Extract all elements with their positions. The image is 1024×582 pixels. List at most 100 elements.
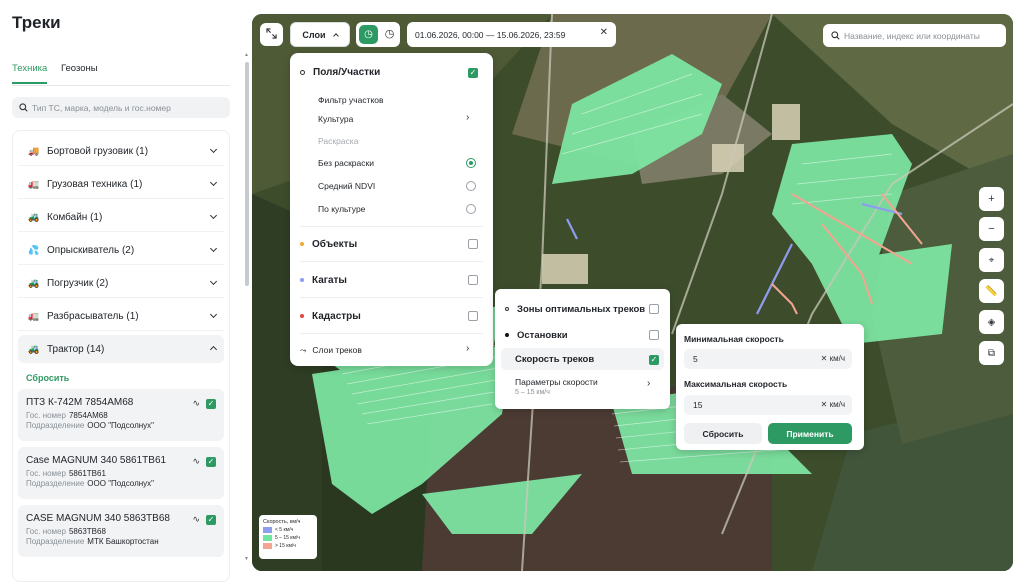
max-speed-value: 15	[693, 400, 703, 410]
speed-params-item[interactable]: Параметры скорости	[515, 377, 598, 387]
optimal-zones-checkbox[interactable]	[649, 304, 659, 314]
no-coloring-option[interactable]: Без раскраски	[318, 158, 374, 168]
layer-objects[interactable]: Объекты	[300, 239, 357, 250]
map-layers-button[interactable]: ◈	[979, 310, 1004, 334]
vehicle-checkbox[interactable]: ✓	[206, 399, 216, 409]
spreader-icon: 🚛	[28, 311, 40, 321]
vehicle-search[interactable]	[12, 97, 230, 118]
stops-item[interactable]: Остановки	[505, 330, 568, 341]
track-speed-checkbox[interactable]: ✓	[649, 355, 659, 365]
activity-icon[interactable]: ∿	[192, 398, 200, 409]
dot-icon	[300, 314, 304, 319]
sidebar-scrollbar[interactable]	[245, 62, 249, 286]
map-search-input[interactable]	[844, 30, 999, 41]
vehicle-card[interactable]: Case MAGNUM 340 5861ТВ61 Гос. номер 5861Т…	[18, 447, 224, 499]
legend-item: 5 – 15 км/ч	[275, 535, 300, 541]
category-flatbed-truck[interactable]: 🚚 Бортовой грузовик (1)	[18, 138, 224, 166]
vehicle-card[interactable]: ПТЗ К-742М 7854АМ68 Гос. номер 7854АМ68 П…	[18, 389, 224, 441]
category-combine[interactable]: 🚜 Комбайн (1)	[18, 204, 224, 232]
scroll-up-arrow[interactable]: ▲	[244, 52, 249, 58]
min-speed-input[interactable]: 5 ✕ км/ч	[684, 349, 852, 369]
loader-icon: 🚜	[28, 278, 40, 288]
layer-kagaty[interactable]: Кагаты	[300, 275, 347, 286]
objects-checkbox[interactable]	[468, 239, 478, 249]
measure-button[interactable]: 📏	[979, 279, 1004, 303]
vehicle-checkbox[interactable]: ✓	[206, 457, 216, 467]
reset-button[interactable]: Сбросить	[684, 423, 762, 444]
map-view[interactable]: Слои ◷ ◷ 01.06.2026, 00:00 — 15.06.2026,…	[252, 14, 1013, 571]
legend-swatch	[263, 543, 272, 549]
circle-icon	[300, 69, 305, 75]
category-label: Опрыскиватель (2)	[47, 245, 135, 256]
category-loader[interactable]: 🚜 Погрузчик (2)	[18, 270, 224, 298]
ndvi-option[interactable]: Средний NDVI	[318, 181, 375, 191]
map-search[interactable]	[823, 24, 1006, 47]
by-culture-option[interactable]: По культуре	[318, 204, 365, 214]
route-icon: ⤳	[300, 346, 307, 355]
clear-icon[interactable]: ✕	[821, 354, 828, 363]
divider	[300, 226, 483, 227]
history-icon[interactable]: ◷	[359, 25, 378, 44]
chevron-right-icon: ›	[466, 112, 470, 123]
optimal-zones-item[interactable]: Зоны оптимальных треков	[505, 304, 645, 315]
copy-button[interactable]: ⧉	[979, 341, 1004, 365]
scroll-down-arrow[interactable]: ▼	[244, 556, 249, 562]
kagaty-checkbox[interactable]	[468, 275, 478, 285]
dept-label: Подразделение	[26, 421, 85, 430]
clear-date-icon[interactable]: ✕	[600, 27, 608, 38]
vehicle-card[interactable]: CASE MAGNUM 340 5863ТВ68 Гос. номер 5863Т…	[18, 505, 224, 557]
category-spreader[interactable]: 🚛 Разбрасыватель (1)	[18, 303, 224, 331]
vehicle-checkbox[interactable]: ✓	[206, 515, 216, 525]
cadastre-checkbox[interactable]	[468, 311, 478, 321]
culture-item[interactable]: Культура	[318, 114, 353, 124]
min-speed-label: Минимальная скорость	[684, 334, 784, 344]
min-speed-unit: км/ч	[829, 354, 845, 363]
max-speed-input[interactable]: 15 ✕ км/ч	[684, 395, 852, 415]
date-range-field[interactable]: 01.06.2026, 00:00 — 15.06.2026, 23:59 ✕	[407, 22, 616, 47]
layer-cadastre[interactable]: Кадастры	[300, 311, 361, 322]
clock-icon[interactable]: ◷	[381, 25, 398, 44]
plate-label: Гос. номер	[26, 527, 66, 536]
tabs: Техника Геозоны	[12, 60, 230, 86]
reset-filter-link[interactable]: Сбросить	[26, 373, 69, 383]
chevron-down-icon	[209, 211, 218, 220]
category-tractor[interactable]: 🚜 Трактор (14)	[18, 335, 224, 363]
track-speed-item[interactable]: Скорость треков	[515, 354, 594, 365]
layers-dropdown-button[interactable]: Слои	[290, 22, 350, 47]
activity-icon[interactable]: ∿	[192, 456, 200, 467]
chevron-right-icon: ›	[466, 343, 470, 354]
by-culture-radio[interactable]	[466, 204, 476, 214]
legend-item: > 15 км/ч	[275, 543, 296, 549]
category-sprayer[interactable]: 💦 Опрыскиватель (2)	[18, 237, 224, 265]
category-cargo-vehicles[interactable]: 🚛 Грузовая техника (1)	[18, 171, 224, 199]
vehicle-name: ПТЗ К-742М 7854АМ68	[26, 397, 134, 408]
locate-button[interactable]: ⌖	[979, 248, 1004, 272]
category-label: Разбрасыватель (1)	[47, 311, 139, 322]
search-icon	[19, 99, 28, 117]
no-coloring-radio[interactable]	[466, 158, 476, 168]
ndvi-radio[interactable]	[466, 181, 476, 191]
app-root: Треки Техника Геозоны 🚚 Бортовой грузови…	[0, 0, 1024, 582]
clear-icon[interactable]: ✕	[821, 400, 828, 409]
apply-button[interactable]: Применить	[768, 423, 852, 444]
category-label: Грузовая техника (1)	[47, 179, 143, 190]
stops-checkbox[interactable]	[649, 330, 659, 340]
plate-value: 5861ТВ61	[68, 469, 106, 478]
vehicle-list: 🚚 Бортовой грузовик (1) 🚛 Грузовая техни…	[12, 130, 230, 582]
zoom-out-button[interactable]: −	[979, 217, 1004, 241]
circle-icon	[505, 307, 509, 312]
sprayer-icon: 💦	[28, 245, 40, 255]
layer-fields[interactable]: Поля/Участки	[300, 67, 380, 78]
vehicle-name: Case MAGNUM 340 5861ТВ61	[26, 455, 167, 466]
activity-icon[interactable]: ∿	[192, 514, 200, 525]
fields-checkbox[interactable]: ✓	[468, 68, 478, 78]
dept-value: МТК Башкортостан	[87, 537, 159, 546]
vehicle-search-input[interactable]	[32, 102, 222, 113]
expand-button[interactable]	[260, 23, 283, 46]
page-title: Треки	[12, 13, 61, 32]
tab-vehicles[interactable]: Техника	[12, 63, 48, 84]
zoom-in-button[interactable]: +	[979, 187, 1004, 211]
time-mode-toggle[interactable]: ◷ ◷	[356, 22, 400, 47]
track-layers-item[interactable]: ⤳ Слои треков	[300, 345, 362, 356]
tab-geozones[interactable]: Геозоны	[61, 63, 98, 74]
